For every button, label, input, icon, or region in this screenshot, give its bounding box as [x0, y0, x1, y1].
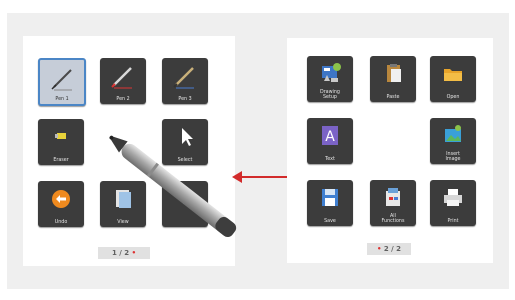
paste-button[interactable]: Paste [370, 56, 416, 102]
eraser-icon [55, 133, 66, 139]
save-icon [322, 189, 338, 206]
pen-2-button[interactable]: Pen 2 [100, 58, 146, 104]
tile-label: Pen 2 [116, 97, 130, 102]
pen-3-button[interactable]: Pen 3 [162, 58, 208, 104]
undo-button[interactable]: Undo [38, 181, 84, 227]
all-functions-button[interactable]: All Functions [370, 180, 416, 226]
folder-icon [444, 69, 462, 81]
stylus-pen-image [109, 135, 237, 237]
print-button[interactable]: Print [430, 180, 476, 226]
tile-label: Paste [386, 95, 400, 100]
pen-icon [51, 69, 72, 91]
tile-label: Drawing Setup [320, 90, 340, 100]
undo-icon [52, 190, 70, 208]
printer-icon [444, 189, 462, 206]
image-icon [445, 125, 461, 142]
open-button[interactable]: Open [430, 56, 476, 102]
tile-label: Undo [54, 220, 68, 225]
drawing-setup-icon [322, 63, 341, 82]
tile-label: Pen 1 [55, 97, 69, 102]
drawing-setup-button[interactable]: Drawing Setup [307, 56, 353, 102]
text-button[interactable]: A Text [307, 118, 353, 164]
tile-label: Print [447, 219, 459, 224]
toolbar-page-2: Drawing Setup Paste Open A Text Insert I… [287, 38, 493, 263]
tile-label: Insert Image [445, 152, 461, 162]
save-button[interactable]: Save [307, 180, 353, 226]
pen-1-button[interactable]: Pen 1 [38, 58, 86, 106]
tile-label: Pen 3 [178, 97, 192, 102]
eraser-button[interactable]: Eraser [38, 119, 84, 165]
all-functions-icon [386, 188, 400, 206]
pen-icon [173, 67, 194, 89]
text-icon: A [322, 126, 338, 145]
tile-label: All Functions [381, 214, 405, 224]
tile-label: Open [446, 95, 460, 100]
previous-page-marker[interactable]: • [377, 245, 381, 253]
tile-label: Eraser [53, 158, 69, 163]
svg-text:A: A [325, 129, 335, 145]
insert-image-button[interactable]: Insert Image [430, 118, 476, 164]
page-indicator[interactable]: • 2 / 2 [367, 243, 411, 255]
tile-label: Text [325, 157, 335, 162]
paste-icon [387, 64, 401, 82]
page-number: 2 / 2 [383, 245, 402, 253]
pen-icon [111, 67, 132, 89]
tile-label: Save [324, 219, 336, 224]
